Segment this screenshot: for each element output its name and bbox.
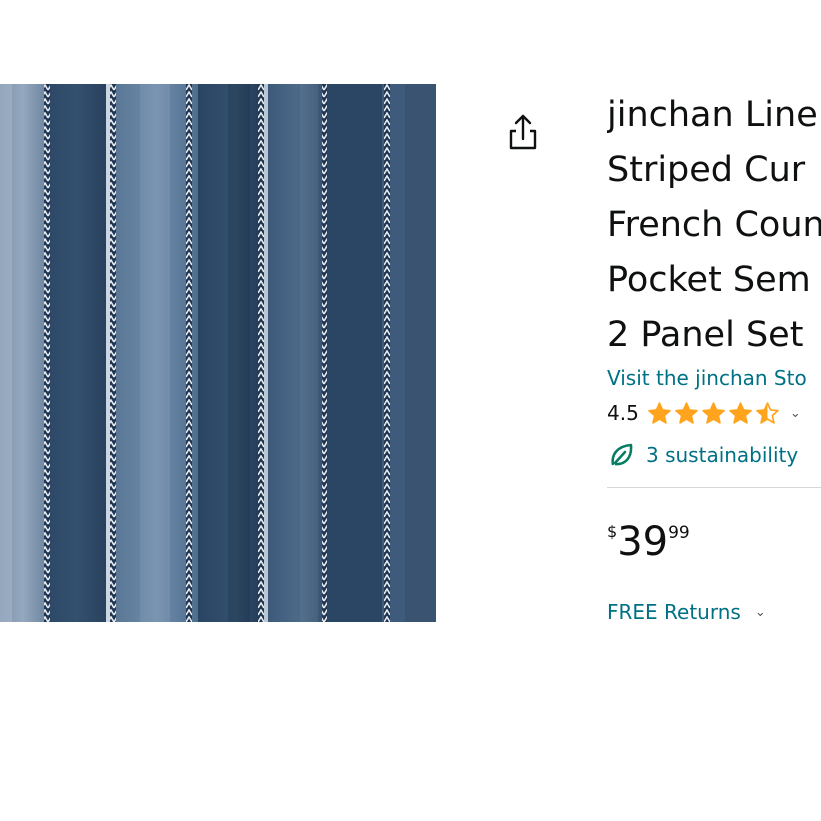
chevron-down-icon[interactable]: ⌄ — [790, 406, 801, 421]
price: $3999 — [607, 518, 690, 566]
product-image[interactable] — [0, 84, 436, 622]
product-title-line: Striped Cur — [607, 150, 806, 190]
rating-row: 4.5 ⌄ — [607, 399, 801, 427]
star-rating[interactable] — [647, 401, 780, 426]
free-returns-link[interactable]: FREE Returns ⌄ — [607, 600, 766, 624]
leaf-icon — [611, 443, 633, 466]
sustainability-label: 3 sustainability — [646, 443, 799, 467]
star-icon — [729, 401, 752, 424]
curtain-fabric-image — [0, 84, 436, 622]
product-title-line: 2 Panel Set — [607, 315, 804, 355]
price-whole: 39 — [617, 519, 669, 565]
chevron-down-icon: ⌄ — [754, 605, 766, 620]
share-button[interactable] — [505, 112, 541, 152]
visit-store-link[interactable]: Visit the jinchan Sto — [607, 366, 807, 390]
star-icon — [756, 401, 779, 424]
divider — [607, 487, 821, 488]
star-icon — [648, 401, 671, 424]
share-icon — [509, 114, 537, 150]
sustainability-features[interactable]: 3 sustainability — [607, 440, 798, 470]
star-icon — [702, 401, 725, 424]
product-title-line: Pocket Sem — [607, 260, 811, 300]
product-title: jinchan Line Striped Cur French Coun Poc… — [607, 88, 821, 363]
product-title-line: French Coun — [607, 205, 821, 245]
rating-value: 4.5 — [607, 401, 639, 425]
price-fraction: 99 — [668, 523, 690, 543]
free-returns-label: FREE Returns — [607, 600, 741, 624]
product-title-line: jinchan Line — [607, 95, 818, 135]
price-symbol: $ — [607, 522, 618, 541]
star-icon — [675, 401, 698, 424]
